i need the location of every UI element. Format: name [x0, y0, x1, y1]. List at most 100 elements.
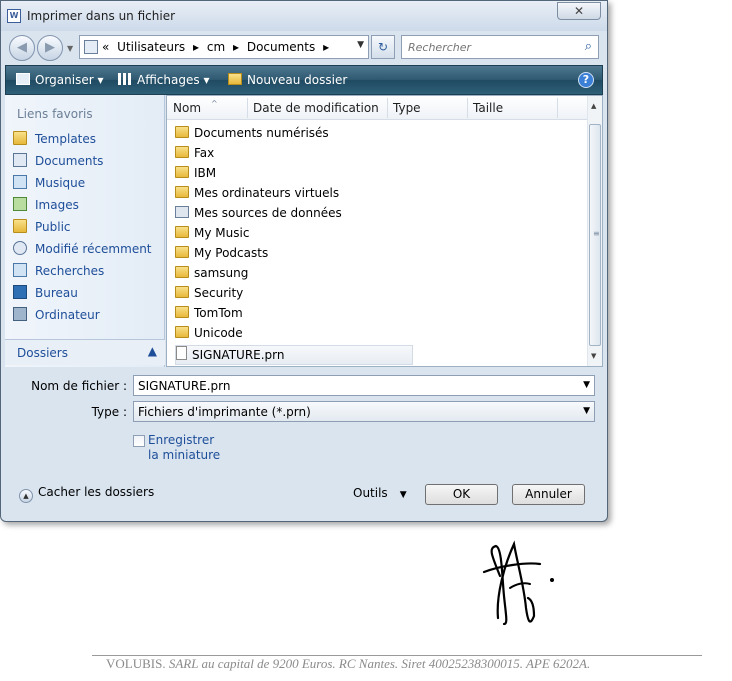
favorites-pane: Liens favoris Templates Documents Musiqu…: [5, 95, 165, 367]
folder-icon: [175, 266, 189, 278]
address-dropdown-icon[interactable]: ▼: [357, 40, 364, 50]
hide-folders-button[interactable]: ▲ Cacher les dossiers: [19, 485, 154, 503]
help-icon[interactable]: ?: [578, 72, 594, 88]
file-row[interactable]: TomTom: [175, 306, 243, 326]
cancel-button[interactable]: Annuler: [512, 484, 585, 505]
favorite-public[interactable]: Public: [13, 219, 71, 239]
views-icon: [118, 73, 132, 85]
column-date[interactable]: Date de modification: [253, 101, 379, 115]
column-divider[interactable]: [557, 98, 558, 118]
views-menu[interactable]: Affichages ▾: [118, 73, 209, 87]
favorites-header: Liens favoris: [17, 107, 93, 121]
recent-icon: [13, 241, 27, 255]
chevron-down-icon[interactable]: ▼: [583, 406, 590, 416]
folder-icon: [175, 286, 189, 298]
searches-icon: [13, 263, 27, 277]
tools-menu[interactable]: Outils ▼: [353, 486, 407, 500]
file-list: ^ Nom Date de modification Type Taille Do…: [166, 95, 603, 367]
new-folder-button[interactable]: Nouveau dossier: [228, 73, 347, 87]
column-header: ^ Nom Date de modification Type Taille: [167, 96, 587, 120]
company-details: SARL au capital de 9200 Euros. RC Nantes…: [168, 656, 591, 671]
breadcrumb-overflow[interactable]: «: [102, 40, 109, 54]
file-row-selected[interactable]: SIGNATURE.prn: [175, 345, 413, 365]
type-select[interactable]: Fichiers d'imprimante (*.prn) ▼: [133, 401, 595, 422]
search-icon[interactable]: ⌕: [585, 39, 592, 54]
folder-icon: [175, 326, 189, 338]
refresh-button[interactable]: ↻: [371, 35, 395, 59]
vertical-scrollbar[interactable]: ▲ ≡ ▼: [587, 96, 602, 366]
breadcrumb-documents[interactable]: Documents: [247, 40, 315, 54]
close-button[interactable]: ✕: [557, 2, 601, 20]
breadcrumb: « Utilisateurs ▸ cm ▸ Documents ▸: [102, 40, 333, 54]
chevron-down-icon[interactable]: ▼: [583, 380, 590, 390]
breadcrumb-separator-icon[interactable]: ▸: [323, 40, 329, 54]
column-divider[interactable]: [247, 98, 248, 118]
save-thumbnail-checkbox[interactable]: [133, 435, 145, 447]
favorite-computer[interactable]: Ordinateur: [13, 307, 100, 327]
organize-icon: [16, 73, 30, 85]
file-row[interactable]: Fax: [175, 146, 214, 166]
command-toolbar: Organiser ▾ Affichages ▾ Nouveau dossier…: [5, 65, 603, 95]
folder-icon: [175, 186, 189, 198]
column-divider[interactable]: [467, 98, 468, 118]
folders-label: Dossiers: [17, 346, 68, 360]
folder-icon: [175, 146, 189, 158]
search-box[interactable]: ⌕: [401, 35, 599, 59]
folder-icon: [13, 219, 27, 233]
new-folder-icon: [228, 73, 242, 85]
search-input[interactable]: [406, 39, 566, 55]
filename-field[interactable]: SIGNATURE.prn ▼: [133, 375, 595, 396]
save-dialog: W Imprimer dans un fichier ✕ ◀ ▶ ▼ « Uti…: [0, 0, 608, 522]
letterhead-footer: VOLUBIS. SARL au capital de 9200 Euros. …: [106, 656, 590, 672]
favorite-images[interactable]: Images: [13, 197, 79, 217]
breadcrumb-utilisateurs[interactable]: Utilisateurs: [117, 40, 185, 54]
data-sources-icon: [175, 206, 189, 218]
folder-icon: [175, 306, 189, 318]
column-name[interactable]: ^ Nom: [173, 99, 218, 115]
scroll-up-icon[interactable]: ▲: [591, 102, 596, 110]
file-row[interactable]: Mes sources de données: [175, 206, 342, 226]
computer-icon: [13, 307, 27, 321]
favorite-recent[interactable]: Modifié récemment: [13, 241, 152, 261]
folder-icon: [13, 131, 27, 145]
favorite-music[interactable]: Musique: [13, 175, 85, 195]
breadcrumb-separator-icon[interactable]: ▸: [233, 40, 239, 54]
back-button[interactable]: ◀: [9, 35, 35, 61]
address-bar[interactable]: « Utilisateurs ▸ cm ▸ Documents ▸ ▼: [79, 35, 369, 59]
navigation-bar: ◀ ▶ ▼ « Utilisateurs ▸ cm ▸ Documents ▸ …: [1, 31, 607, 65]
favorite-templates[interactable]: Templates: [13, 131, 96, 151]
organize-menu[interactable]: Organiser ▾: [16, 73, 104, 87]
folder-icon: [175, 246, 189, 258]
images-icon: [13, 197, 27, 211]
breadcrumb-separator-icon[interactable]: ▸: [193, 40, 199, 54]
folder-location-icon: [84, 40, 98, 54]
favorite-documents[interactable]: Documents: [13, 153, 103, 173]
handwritten-signature: [482, 540, 554, 626]
grip-icon: ≡: [593, 229, 600, 238]
recent-pages-chevron-icon[interactable]: ▼: [67, 44, 73, 53]
favorite-searches[interactable]: Recherches: [13, 263, 104, 283]
column-type[interactable]: Type: [393, 101, 421, 115]
column-divider[interactable]: [387, 98, 388, 118]
folders-toggle[interactable]: Dossiers ▲: [5, 339, 165, 365]
file-row[interactable]: Security: [175, 286, 243, 306]
file-row[interactable]: Mes ordinateurs virtuels: [175, 186, 339, 206]
file-row[interactable]: IBM: [175, 166, 216, 186]
favorite-desktop[interactable]: Bureau: [13, 285, 78, 305]
folder-icon: [175, 166, 189, 178]
breadcrumb-cm[interactable]: cm: [207, 40, 225, 54]
file-row[interactable]: Unicode: [175, 326, 243, 346]
file-row[interactable]: My Podcasts: [175, 246, 268, 266]
scroll-thumb[interactable]: ≡: [589, 124, 601, 346]
forward-button[interactable]: ▶: [37, 35, 63, 61]
file-row[interactable]: Documents numérisés: [175, 126, 329, 146]
save-thumbnail-label[interactable]: Enregistrer la miniature: [148, 433, 228, 463]
chevron-down-icon: ▼: [399, 490, 407, 500]
scroll-down-icon[interactable]: ▼: [591, 352, 596, 360]
window-title: Imprimer dans un fichier: [27, 9, 176, 23]
folder-icon: [175, 126, 189, 138]
ok-button[interactable]: OK: [425, 484, 498, 505]
file-row[interactable]: My Music: [175, 226, 249, 246]
column-size[interactable]: Taille: [473, 101, 503, 115]
file-row[interactable]: samsung: [175, 266, 248, 286]
